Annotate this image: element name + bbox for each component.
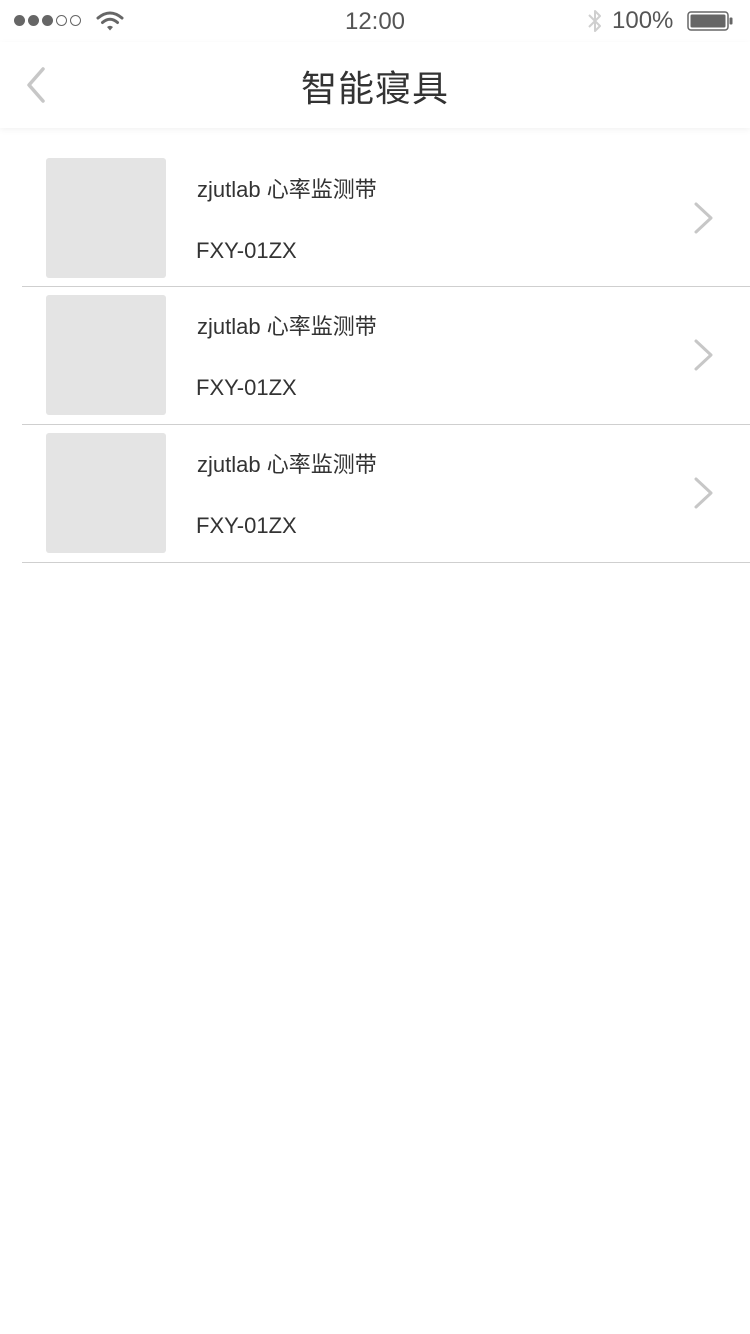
device-thumbnail — [46, 295, 166, 415]
device-model: FXY-01ZX — [196, 238, 297, 263]
battery-icon — [687, 11, 733, 31]
device-thumbnail — [46, 158, 166, 278]
list-item[interactable]: zjutlab 心率监测带 FXY-01ZX — [22, 150, 750, 287]
battery-percent: 100% — [612, 7, 674, 34]
device-name: zjutlab 心率监测带 — [197, 177, 377, 202]
device-name: zjutlab 心率监测带 — [197, 452, 377, 477]
device-model: FXY-01ZX — [196, 513, 297, 538]
list-item[interactable]: zjutlab 心率监测带 FXY-01ZX — [22, 287, 750, 425]
nav-bar: 智能寝具 — [0, 42, 750, 128]
device-thumbnail — [46, 433, 166, 553]
list-item[interactable]: zjutlab 心率监测带 FXY-01ZX — [22, 425, 750, 563]
device-name: zjutlab 心率监测带 — [197, 314, 377, 339]
status-bar: 12:00 100% — [0, 0, 750, 42]
chevron-right-icon — [694, 477, 713, 509]
chevron-right-icon — [694, 202, 713, 234]
device-list: zjutlab 心率监测带 FXY-01ZX zjutlab 心率监测带 FXY… — [0, 150, 750, 563]
device-model: FXY-01ZX — [196, 375, 297, 400]
page-title: 智能寝具 — [300, 68, 449, 109]
chevron-right-icon — [694, 339, 713, 371]
bluetooth-icon — [588, 10, 601, 32]
